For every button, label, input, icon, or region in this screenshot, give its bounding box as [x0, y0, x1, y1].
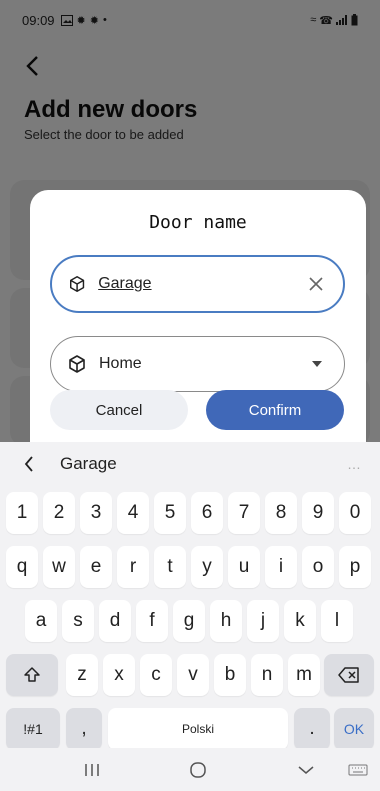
key-0[interactable]: 0 [339, 492, 371, 534]
cube-icon [69, 355, 85, 373]
clear-button[interactable] [305, 272, 327, 296]
key-b[interactable]: b [214, 654, 246, 696]
key-t[interactable]: t [154, 546, 186, 588]
keyboard-row-numbers: 1234567890 [0, 492, 380, 534]
close-icon [309, 277, 323, 291]
key-q[interactable]: q [6, 546, 38, 588]
door-name-dialog: Door name Home Cancel Confirm [30, 190, 366, 442]
key-o[interactable]: o [302, 546, 334, 588]
key-u[interactable]: u [228, 546, 260, 588]
key-j[interactable]: j [247, 600, 279, 642]
key-n[interactable]: n [251, 654, 283, 696]
door-name-input[interactable] [98, 275, 306, 293]
key-7[interactable]: 7 [228, 492, 260, 534]
key-4[interactable]: 4 [117, 492, 149, 534]
chevron-down-icon [298, 766, 314, 774]
location-select[interactable]: Home [50, 336, 345, 392]
keyboard-row-z: zxcvbnm [0, 654, 380, 696]
key-9[interactable]: 9 [302, 492, 334, 534]
key-s[interactable]: s [62, 600, 94, 642]
keyboard-switch-button[interactable] [338, 756, 378, 784]
ok-key[interactable]: OK [334, 708, 374, 750]
key-w[interactable]: w [43, 546, 75, 588]
key-r[interactable]: r [117, 546, 149, 588]
dialog-title: Door name [149, 212, 247, 233]
period-key[interactable]: . [294, 708, 330, 750]
key-d[interactable]: d [99, 600, 131, 642]
keyboard-suggestion[interactable]: Garage [60, 454, 117, 474]
key-5[interactable]: 5 [154, 492, 186, 534]
key-z[interactable]: z [66, 654, 98, 696]
backspace-icon [338, 667, 359, 683]
comma-key[interactable]: , [66, 708, 102, 750]
key-m[interactable]: m [288, 654, 320, 696]
keyboard-row-a: asdfghjkl [0, 600, 380, 642]
keyboard-toolbar: Garage … [0, 442, 380, 486]
recents-button[interactable] [72, 756, 112, 784]
location-select-value: Home [99, 355, 142, 372]
key-i[interactable]: i [265, 546, 297, 588]
more-icon[interactable]: … [347, 456, 362, 472]
recents-icon [85, 764, 99, 776]
key-2[interactable]: 2 [43, 492, 75, 534]
keyboard: Garage … 1234567890 qwertyuiop asdfghjkl… [0, 442, 380, 791]
door-name-field[interactable] [50, 255, 345, 313]
cube-icon [70, 275, 85, 293]
home-button[interactable] [178, 756, 218, 784]
cancel-button[interactable]: Cancel [50, 390, 188, 430]
keyboard-back-button[interactable] [18, 453, 40, 475]
shift-key[interactable] [6, 654, 58, 696]
key-8[interactable]: 8 [265, 492, 297, 534]
key-f[interactable]: f [136, 600, 168, 642]
caret-down-icon [312, 361, 322, 367]
system-nav-bar [0, 748, 380, 791]
keyboard-row-bottom: !#1 , Polski . OK [0, 708, 380, 750]
keyboard-row-q: qwertyuiop [0, 546, 380, 588]
key-1[interactable]: 1 [6, 492, 38, 534]
confirm-button[interactable]: Confirm [206, 390, 344, 430]
key-6[interactable]: 6 [191, 492, 223, 534]
key-h[interactable]: h [210, 600, 242, 642]
hide-keyboard-button[interactable] [286, 756, 326, 784]
key-e[interactable]: e [80, 546, 112, 588]
key-3[interactable]: 3 [80, 492, 112, 534]
key-g[interactable]: g [173, 600, 205, 642]
backspace-key[interactable] [324, 654, 374, 696]
key-y[interactable]: y [191, 546, 223, 588]
key-p[interactable]: p [339, 546, 371, 588]
key-x[interactable]: x [103, 654, 135, 696]
home-icon [190, 762, 206, 778]
key-l[interactable]: l [321, 600, 353, 642]
key-a[interactable]: a [25, 600, 57, 642]
space-key[interactable]: Polski [108, 708, 288, 750]
shift-icon [24, 667, 40, 682]
chevron-left-icon [24, 456, 33, 472]
key-v[interactable]: v [177, 654, 209, 696]
key-k[interactable]: k [284, 600, 316, 642]
key-c[interactable]: c [140, 654, 172, 696]
keyboard-icon [348, 764, 368, 776]
symbols-key[interactable]: !#1 [6, 708, 60, 750]
